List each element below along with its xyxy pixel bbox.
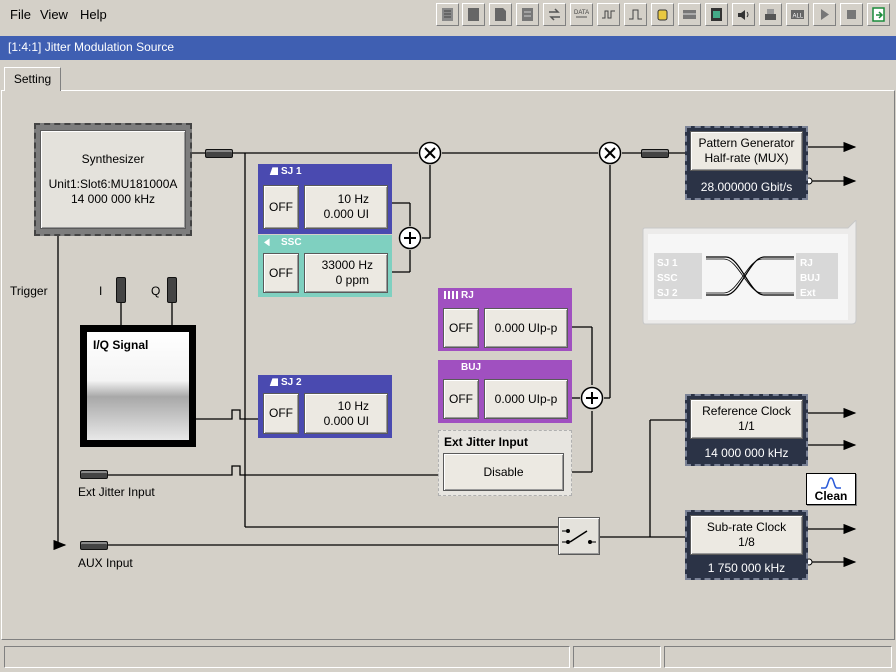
eye-diagram-panel: SJ 1 SSC SJ 2 RJ BUJ Ext bbox=[640, 220, 858, 326]
menu-bar: File View Help DATA ALL bbox=[0, 0, 896, 30]
buj-settings-button[interactable]: 0.000 UIp-p bbox=[484, 379, 568, 419]
ssc-header: SSC bbox=[281, 237, 302, 248]
synth-frequency: 14 000 000 kHz bbox=[70, 192, 156, 206]
aux-input-connector bbox=[80, 541, 108, 550]
stop-icon[interactable] bbox=[840, 3, 863, 26]
iq-signal-title: I/Q Signal bbox=[93, 338, 149, 352]
list-icon[interactable] bbox=[436, 3, 459, 26]
data-icon[interactable]: DATA bbox=[570, 3, 593, 26]
window-title: [1:4:1] Jitter Modulation Source bbox=[8, 40, 175, 54]
menu-help[interactable]: Help bbox=[80, 7, 107, 22]
eye-sj1-label: SJ 1 bbox=[657, 258, 678, 269]
pg-name: Pattern Generator bbox=[698, 136, 795, 150]
speaker-icon[interactable] bbox=[732, 3, 755, 26]
sj1-off-button[interactable]: OFF bbox=[263, 185, 299, 229]
q-connector bbox=[167, 277, 177, 303]
i-connector bbox=[116, 277, 126, 303]
connector bbox=[205, 149, 233, 158]
film-icon[interactable] bbox=[705, 3, 728, 26]
eye-ext-label: Ext bbox=[800, 288, 816, 299]
sub-clock-ratio: 1/8 bbox=[738, 535, 755, 549]
eye-sj2-label: SJ 2 bbox=[657, 288, 678, 299]
status-cell-2 bbox=[573, 646, 661, 668]
pulse-icon[interactable] bbox=[624, 3, 647, 26]
clean-label: Clean bbox=[814, 489, 848, 503]
sj1-header: SJ 1 bbox=[281, 166, 302, 177]
sub-clock-title: Sub-rate Clock bbox=[706, 520, 787, 534]
i-label: I bbox=[99, 284, 103, 298]
clean-button[interactable]: Clean bbox=[806, 473, 856, 505]
multiply-icon bbox=[418, 141, 442, 165]
sj2-settings-button[interactable]: 10 Hz 0.000 UI bbox=[304, 393, 388, 434]
ext-jitter-disable-button[interactable]: Disable bbox=[443, 453, 564, 491]
printer-icon[interactable] bbox=[759, 3, 782, 26]
play-icon[interactable] bbox=[813, 3, 836, 26]
synth-title: Synthesizer bbox=[81, 152, 145, 166]
panel-icon[interactable] bbox=[462, 3, 485, 26]
all-icon[interactable]: ALL bbox=[786, 3, 809, 26]
ext-jitter-input-label: Ext Jitter Input bbox=[78, 485, 155, 499]
add-icon bbox=[398, 226, 422, 250]
switch-icon bbox=[562, 529, 596, 544]
ssc-off-button[interactable]: OFF bbox=[263, 253, 299, 293]
status-cell-main bbox=[4, 646, 570, 668]
eye-buj-label: BUJ bbox=[800, 273, 821, 284]
eye-ssc-label: SSC bbox=[657, 273, 678, 284]
subrate-clock-button[interactable]: Sub-rate Clock 1/8 bbox=[690, 515, 803, 555]
eye-rj-label: RJ bbox=[800, 258, 813, 269]
svg-text:DATA: DATA bbox=[574, 10, 589, 16]
hand-icon[interactable] bbox=[651, 3, 674, 26]
sj1-frequency: 10 Hz bbox=[337, 192, 369, 206]
tab-setting[interactable]: Setting bbox=[4, 67, 61, 91]
synth-unit: Unit1:Slot6:MU181000A bbox=[48, 177, 178, 191]
ssc-frequency: 33000 Hz bbox=[321, 258, 373, 272]
connector bbox=[641, 149, 669, 158]
ref-clock-title: Reference Clock bbox=[702, 404, 791, 418]
pattern-generator-button[interactable]: Pattern Generator Half-rate (MUX) bbox=[690, 131, 803, 171]
buj-off-button[interactable]: OFF bbox=[443, 379, 479, 419]
sj1-settings-button[interactable]: 10 Hz 0.000 UI bbox=[304, 185, 388, 229]
pg-mode: Half-rate (MUX) bbox=[704, 151, 789, 165]
exit-icon[interactable] bbox=[867, 3, 890, 26]
notes-icon[interactable] bbox=[516, 3, 539, 26]
sj2-header: SJ 2 bbox=[281, 377, 302, 388]
pattern-icon[interactable] bbox=[597, 3, 620, 26]
aux-input-label: AUX Input bbox=[78, 556, 133, 570]
rj-off-button[interactable]: OFF bbox=[443, 308, 479, 348]
status-cell-3 bbox=[664, 646, 892, 668]
document-icon[interactable] bbox=[489, 3, 512, 26]
sj2-amplitude: 0.000 UI bbox=[323, 413, 369, 428]
clock-source-switch[interactable] bbox=[558, 517, 600, 555]
trigger-label: Trigger bbox=[10, 284, 48, 298]
iq-signal-box[interactable]: I/Q Signal bbox=[80, 325, 196, 447]
reference-clock-button[interactable]: Reference Clock 1/1 bbox=[690, 399, 803, 439]
sj2-frequency: 10 Hz bbox=[337, 398, 369, 413]
ref-clock-frequency: 14 000 000 kHz bbox=[704, 446, 789, 460]
sub-clock-frequency: 1 750 000 kHz bbox=[707, 561, 786, 575]
shift-icon[interactable] bbox=[543, 3, 566, 26]
sj1-amplitude: 0.000 UI bbox=[323, 207, 369, 221]
rj-header: RJ bbox=[461, 290, 474, 301]
table-icon[interactable] bbox=[678, 3, 701, 26]
multiply-icon bbox=[598, 141, 622, 165]
pg-bitrate: 28.000000 Gbit/s bbox=[700, 180, 793, 194]
status-bar bbox=[0, 643, 896, 672]
synthesizer-button[interactable]: Synthesizer Unit1:Slot6:MU181000A 14 000… bbox=[40, 130, 186, 229]
clean-waveform-icon bbox=[821, 477, 841, 489]
menu-file[interactable]: File bbox=[10, 7, 31, 22]
menu-view[interactable]: View bbox=[40, 7, 68, 22]
eye-diagram bbox=[706, 256, 794, 296]
ext-jitter-title: Ext Jitter Input bbox=[444, 435, 529, 449]
ext-jitter-connector bbox=[80, 470, 108, 479]
q-label: Q bbox=[151, 284, 161, 298]
ssc-settings-button[interactable]: 33000 Hz 0 ppm bbox=[304, 253, 388, 293]
ssc-deviation: 0 ppm bbox=[335, 273, 369, 287]
svg-text:ALL: ALL bbox=[793, 14, 804, 20]
rj-settings-button[interactable]: 0.000 UIp-p bbox=[484, 308, 568, 348]
ref-clock-ratio: 1/1 bbox=[738, 419, 755, 433]
buj-header: BUJ bbox=[461, 362, 482, 373]
sj2-off-button[interactable]: OFF bbox=[263, 393, 299, 434]
window-title-bar: [1:4:1] Jitter Modulation Source bbox=[0, 36, 896, 60]
add-icon bbox=[580, 386, 604, 410]
